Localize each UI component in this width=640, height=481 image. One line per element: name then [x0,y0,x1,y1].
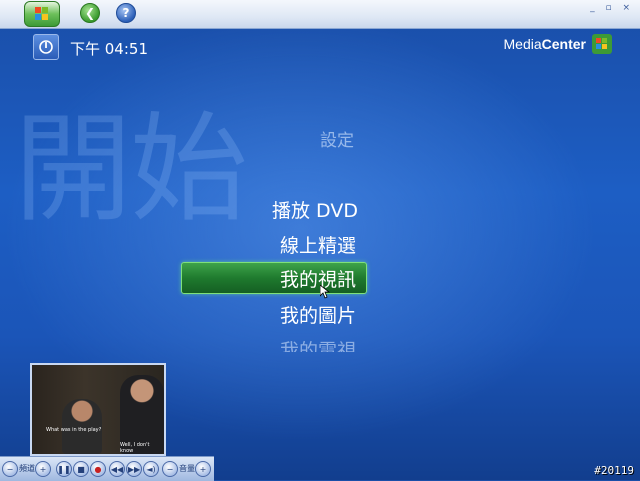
mute-button[interactable]: ◄) [143,461,159,477]
brand-name-bold: Center [541,36,586,52]
pause-icon: ❚❚ [57,464,71,474]
transport-bar: − 頻道 + ❚❚ ■ ● ◀◀ ▶▶ ◄) − 音量 + [0,456,214,481]
preview-subtitle-left: What was in the play? [46,427,102,433]
minus-icon: − [6,464,14,474]
windows-flag-icon [35,7,48,20]
window-controls[interactable]: _ ▫ × [590,3,634,13]
volume-label: 音量 [179,464,195,473]
pause-button[interactable]: ❚❚ [56,461,72,477]
page-watermark: 開始 [14,100,248,238]
channel-up-button[interactable]: + [35,461,51,477]
rewind-button[interactable]: ◀◀ [109,461,125,477]
menu-item-my-pictures[interactable]: 我的圖片 [280,301,356,328]
question-mark-icon: ? [122,6,130,20]
volume-down-button[interactable]: − [162,461,178,477]
menu-item-online-spotlight[interactable]: 線上精選 [280,231,356,258]
back-arrow-icon: ❮ [84,6,96,20]
image-id-label: #20119 [594,464,634,477]
menu-item-play-dvd[interactable]: 播放 DVD [272,196,358,223]
clock-time: 下午 04:51 [70,40,148,58]
menu-item-my-videos[interactable]: 我的視訊 [280,265,356,292]
mouse-cursor-icon [320,285,330,299]
preview-subtitle-right: Well, I don't know [120,442,150,454]
record-button[interactable]: ● [90,461,106,477]
stop-button[interactable]: ■ [73,461,89,477]
stop-icon: ■ [77,464,85,474]
back-button[interactable]: ❮ [80,3,100,23]
fast-forward-icon: ▶▶ [127,464,141,474]
fast-forward-button[interactable]: ▶▶ [126,461,142,477]
menu-item-my-tv[interactable]: 我的電視 [280,336,356,352]
brand-name-plain: Media [503,36,542,52]
plus-icon: + [199,464,207,474]
volume-up-button[interactable]: + [195,461,211,477]
channel-label: 頻道 [19,464,35,473]
start-button[interactable] [24,1,60,27]
rewind-icon: ◀◀ [110,464,124,474]
power-button[interactable] [33,34,59,60]
windows-logo-icon [592,34,612,54]
help-button[interactable]: ? [116,3,136,23]
media-center-logo-text: MediaCenter [504,36,587,52]
video-preview[interactable]: What was in the play? Well, I don't know [30,363,166,456]
channel-down-button[interactable]: − [2,461,18,477]
plus-icon: + [39,464,47,474]
menu-item-settings[interactable]: 設定 [320,126,354,151]
top-toolbar: ❮ ? _ ▫ × [0,0,640,29]
speaker-icon: ◄) [146,464,156,474]
record-icon: ● [94,464,102,474]
minus-icon: − [166,464,174,474]
power-icon [39,40,53,54]
